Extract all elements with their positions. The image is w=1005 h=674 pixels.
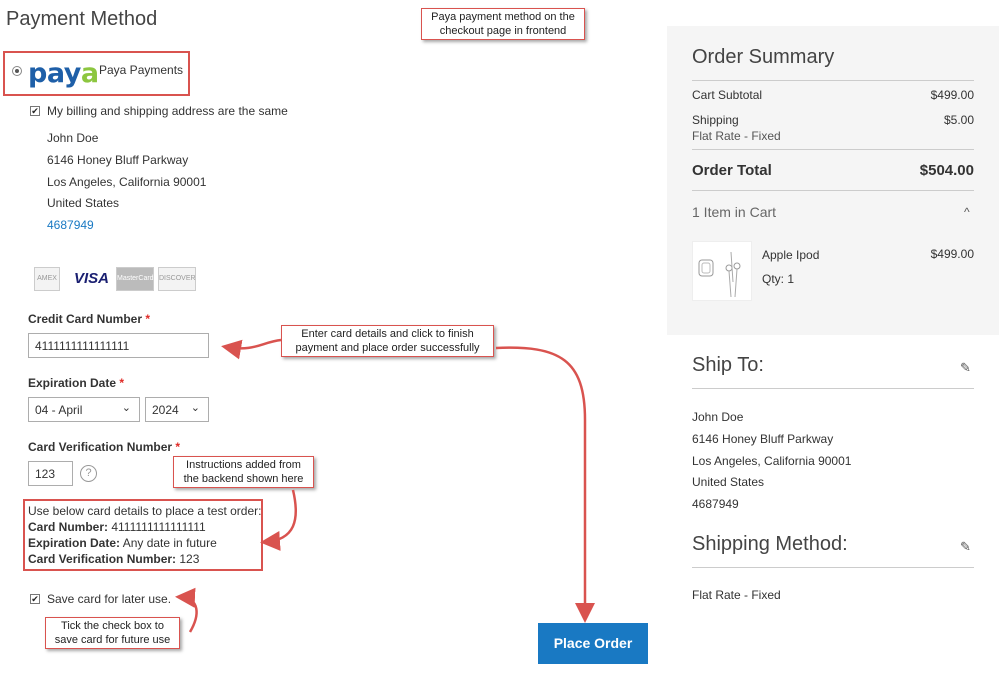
product-name: Apple Ipod xyxy=(762,248,820,262)
ship-to-phone-link[interactable]: 4687949 xyxy=(692,497,739,511)
arrow-to-place-order xyxy=(495,346,595,623)
divider xyxy=(692,388,974,389)
arrow-to-cc-input xyxy=(221,338,282,360)
edit-pencil-icon[interactable]: ✎ xyxy=(960,539,971,555)
earphones-icon xyxy=(698,251,741,298)
chevron-up-icon[interactable]: ^ xyxy=(964,205,970,219)
shipping-label: Shipping xyxy=(692,113,739,127)
arrow-to-save-card xyxy=(175,587,198,633)
ship-to-country: United States xyxy=(692,475,765,489)
divider xyxy=(692,80,974,81)
ship-to-street: 6146 Honey Bluff Parkway xyxy=(692,432,834,446)
shipping-method-title: Shipping Method: xyxy=(692,533,848,555)
cart-subtotal-label: Cart Subtotal xyxy=(692,88,763,102)
order-summary-title: Order Summary xyxy=(692,46,835,68)
cart-subtotal-value: $499.00 xyxy=(930,88,974,102)
divider xyxy=(692,149,974,150)
product-image xyxy=(692,241,752,301)
shipping-method-value: Flat Rate - Fixed xyxy=(692,588,781,602)
arrow-to-instructions xyxy=(260,489,297,551)
shipping-value: $5.00 xyxy=(943,113,974,127)
edit-pencil-icon[interactable]: ✎ xyxy=(960,360,971,376)
product-qty: Qty: 1 xyxy=(762,272,795,286)
divider xyxy=(692,190,974,191)
order-total-value: $504.00 xyxy=(919,162,974,179)
product-price: $499.00 xyxy=(930,247,974,261)
order-total-label: Order Total xyxy=(692,162,772,179)
items-in-cart-toggle[interactable]: 1 Item in Cart xyxy=(692,204,776,220)
ship-to-name: John Doe xyxy=(692,410,744,424)
shipping-method-sub: Flat Rate - Fixed xyxy=(692,129,781,143)
ship-to-title: Ship To: xyxy=(692,354,764,376)
ship-to-city: Los Angeles, California 90001 xyxy=(692,454,852,468)
divider xyxy=(692,567,974,568)
